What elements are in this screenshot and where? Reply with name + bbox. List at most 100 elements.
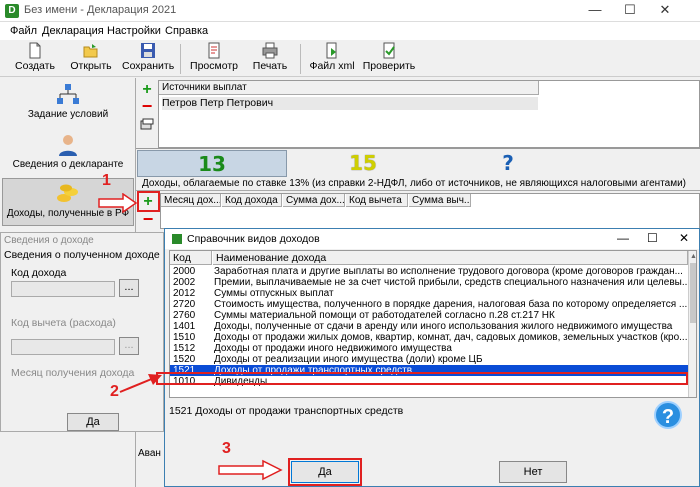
income-code-browse-button[interactable]: ...: [119, 279, 139, 297]
sources-header: Источники выплат: [159, 81, 539, 95]
preview-document-icon: [208, 42, 220, 59]
income-code: 2720: [173, 299, 196, 310]
xml-export-icon: [326, 42, 337, 59]
maximize-button[interactable]: ☐: [615, 0, 645, 22]
dialog-minimize-button[interactable]: —: [617, 231, 629, 245]
col-income-code[interactable]: Код дохода: [222, 194, 282, 207]
tab-rate-15[interactable]: 15: [288, 150, 438, 177]
income-ok-button[interactable]: Да: [67, 413, 119, 431]
menu-file[interactable]: Файл: [10, 25, 37, 37]
annotation-step-1: 1: [102, 172, 111, 189]
income-code: 1520: [173, 354, 196, 365]
source-row[interactable]: Петров Петр Петрович: [162, 97, 538, 110]
list-item[interactable]: 1520 Доходы от реализации иного имущества…: [170, 354, 690, 365]
sources-grid: Источники выплат Петров Петр Петрович: [158, 80, 700, 148]
dialog-close-button[interactable]: ✕: [679, 231, 689, 245]
col-month[interactable]: Месяц дох...: [161, 194, 221, 207]
dialog-title: Справочник видов доходов: [187, 233, 320, 245]
col-income-sum[interactable]: Сумма дох...: [283, 194, 345, 207]
col-code[interactable]: Код: [170, 251, 212, 265]
list-item[interactable]: 2760 Суммы материальной помощи от работод…: [170, 310, 690, 321]
dialog-cancel-button[interactable]: Нет: [499, 461, 567, 483]
income-name: Доходы от продажи жилых домов, квартир, …: [214, 332, 688, 343]
app-logo-icon: D: [5, 4, 19, 18]
income-name: Премии, выплачиваемые не за счет чистой …: [214, 277, 688, 288]
edit-source-icon[interactable]: [140, 118, 154, 130]
deduction-code-field[interactable]: [11, 339, 115, 355]
dialog-app-icon: [172, 234, 182, 244]
selected-income-summary: 1521 Доходы от продажи транспортных сред…: [169, 405, 404, 417]
help-icon[interactable]: ?: [654, 401, 682, 429]
income-code: 1401: [173, 321, 196, 332]
annotation-step-3: 3: [222, 440, 231, 457]
tab-rate-13[interactable]: 13: [137, 150, 287, 177]
income-name: Суммы материальной помощи от работодател…: [214, 310, 555, 321]
list-scrollbar[interactable]: ▲: [688, 251, 696, 397]
income-code-label: Код дохода: [11, 267, 67, 279]
toolbar: Создать Открыть Сохранить Просмотр Печат…: [0, 40, 700, 77]
income-code: 1512: [173, 343, 196, 354]
save-button[interactable]: Сохранить: [122, 42, 174, 76]
list-item[interactable]: 2002 Премии, выплачиваемые не за счет чис…: [170, 277, 690, 288]
annotation-arrow-1: [98, 193, 138, 213]
add-income-button[interactable]: +: [141, 194, 155, 210]
advance-tab-fragment[interactable]: Аван: [138, 448, 161, 459]
list-item[interactable]: 1401 Доходы, полученные от сдачи в аренду…: [170, 321, 690, 332]
toolbar-separator: [300, 44, 301, 74]
list-item[interactable]: 2720 Стоимость имущества, полученного в п…: [170, 299, 690, 310]
income-types-dialog: Справочник видов доходов — ☐ ✕ Код Наиме…: [164, 228, 700, 487]
col-deduction-code[interactable]: Код вычета: [346, 194, 408, 207]
deduction-code-browse-button[interactable]: ...: [119, 337, 139, 355]
sidebar-item-conditions[interactable]: Задание условий: [2, 80, 134, 128]
income-grid: Месяц дох... Код дохода Сумма дох... Код…: [160, 193, 700, 229]
xml-file-button[interactable]: Файл xml: [308, 42, 356, 76]
scroll-up-icon[interactable]: ▲: [690, 253, 696, 260]
dialog-ok-button[interactable]: Да: [291, 461, 359, 483]
sidebar-item-declarant[interactable]: Сведения о декларанте: [2, 130, 134, 178]
menu-bar: Файл Декларация Настройки Справка: [0, 22, 700, 40]
income-code: 2002: [173, 277, 196, 288]
menu-settings[interactable]: Настройки: [107, 25, 161, 37]
floppy-disk-icon: [141, 43, 155, 58]
list-item[interactable]: 2000 Заработная плата и другие выплаты во…: [170, 266, 690, 277]
income-name: Суммы отпускных выплат: [214, 288, 334, 299]
title-bar: D Без имени - Декларация 2021 — ☐ ✕: [0, 0, 700, 22]
income-code: 2012: [173, 288, 196, 299]
new-file-icon: [29, 42, 41, 59]
preview-button[interactable]: Просмотр: [189, 42, 239, 76]
dialog-title-bar: Справочник видов доходов — ☐ ✕: [165, 229, 699, 249]
menu-help[interactable]: Справка: [165, 25, 208, 37]
dialog-maximize-button[interactable]: ☐: [647, 231, 658, 245]
income-code: 1510: [173, 332, 196, 343]
minimize-button[interactable]: —: [580, 0, 610, 22]
tab-rate-other[interactable]: ?: [438, 150, 578, 177]
income-name: Стоимость имущества, полученного в поряд…: [214, 299, 688, 310]
col-name[interactable]: Наименование дохода: [213, 251, 688, 265]
close-button[interactable]: ✕: [650, 0, 680, 22]
menu-declaration[interactable]: Декларация: [42, 25, 104, 37]
remove-source-button[interactable]: −: [140, 97, 154, 115]
scroll-thumb[interactable]: [690, 263, 696, 323]
list-item[interactable]: 2012 Суммы отпускных выплат: [170, 288, 690, 299]
income-dialog-title: Сведения о доходе: [4, 235, 94, 246]
open-button[interactable]: Открыть: [68, 42, 114, 76]
print-button[interactable]: Печать: [248, 42, 292, 76]
check-document-icon: [383, 42, 395, 59]
create-button[interactable]: Создать: [12, 42, 58, 76]
income-code: 2000: [173, 266, 196, 277]
income-code-field[interactable]: [11, 281, 115, 297]
selected-row-highlight: [156, 372, 688, 385]
list-item[interactable]: 1512 Доходы от продажи иного недвижимого …: [170, 343, 690, 354]
person-icon: [59, 135, 77, 156]
income-group-label: Сведения о полученном доходе: [4, 249, 160, 261]
toolbar-separator: [180, 44, 181, 74]
col-deduction-sum[interactable]: Сумма выч...: [409, 194, 471, 207]
income-code: 2760: [173, 310, 196, 321]
income-name: Заработная плата и другие выплаты во исп…: [214, 266, 683, 277]
coins-icon: [57, 184, 78, 202]
check-button[interactable]: Проверить: [362, 42, 416, 76]
add-source-button[interactable]: +: [140, 82, 154, 98]
window-title: Без имени - Декларация 2021: [24, 4, 177, 16]
list-item[interactable]: 1510 Доходы от продажи жилых домов, кварт…: [170, 332, 690, 343]
remove-income-button[interactable]: −: [141, 210, 155, 228]
